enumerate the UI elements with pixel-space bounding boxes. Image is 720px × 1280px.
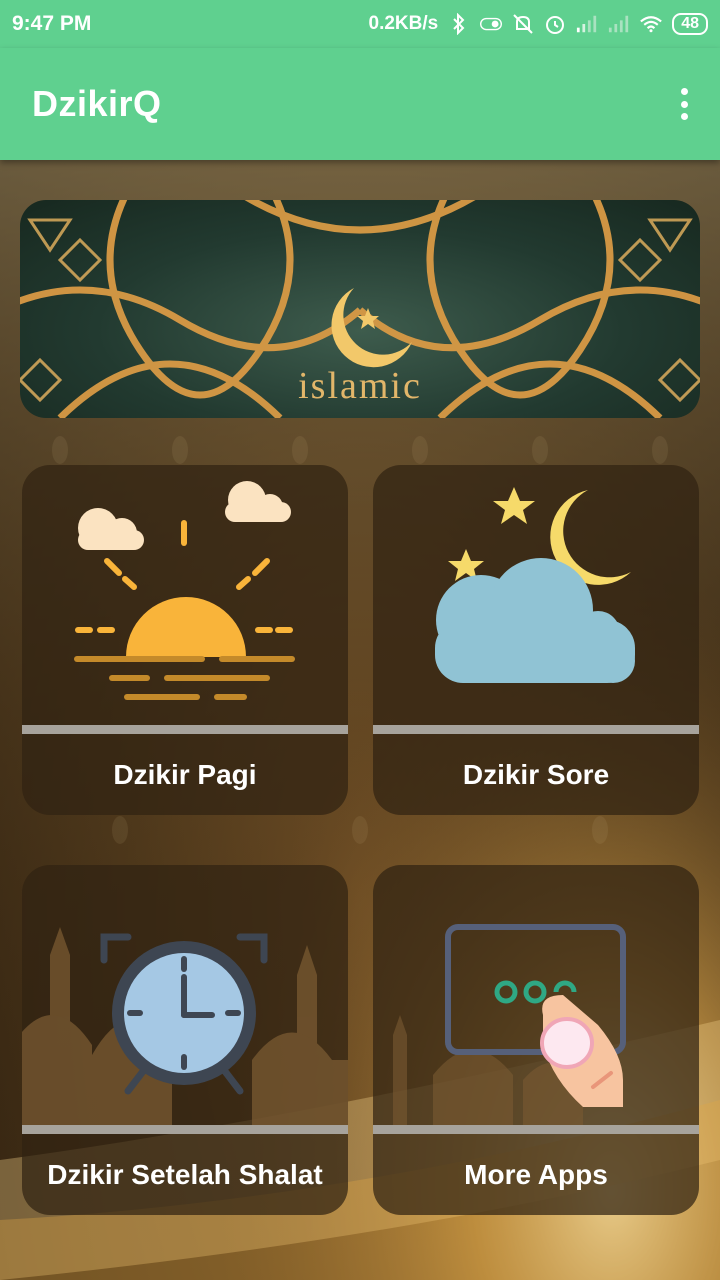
- battery-icon: 48: [672, 13, 708, 35]
- app-title: DzikirQ: [32, 83, 162, 124]
- more-vert-icon[interactable]: [672, 84, 696, 124]
- signal-icon: [576, 13, 598, 35]
- status-time: 9:47 PM: [12, 12, 92, 35]
- card-label: Dzikir Sore: [462, 758, 610, 790]
- touch-screen-icon: [393, 924, 626, 1125]
- wifi-icon: [640, 13, 663, 35]
- banner-text: islamic: [298, 365, 422, 407]
- card-dzikir-setelah-shalat[interactable]: Dzikir Setelah Shalat: [22, 865, 348, 1215]
- card-label: More Apps: [464, 1158, 608, 1190]
- banner-ornament: islamic: [20, 200, 700, 418]
- signal-icon-2: [608, 13, 630, 35]
- app-bar: DzikirQ: [0, 48, 720, 160]
- card-dzikir-sore[interactable]: Dzikir Sore: [373, 465, 699, 815]
- bluetooth-icon: [448, 13, 470, 35]
- card-divider: [22, 725, 348, 734]
- islamic-banner: islamic: [20, 200, 700, 418]
- mute-icon: [512, 13, 534, 35]
- status-bar: 9:47 PM 0.2KB/s 48: [0, 0, 720, 48]
- alarm-clock-icon: [22, 873, 348, 1125]
- alarm-icon: [544, 13, 566, 35]
- card-label: Dzikir Pagi: [113, 758, 257, 790]
- status-icons: 0.2KB/s 48: [368, 13, 708, 35]
- card-divider: [373, 725, 699, 734]
- moon-cloud-icon: [435, 487, 635, 683]
- card-divider: [373, 1125, 699, 1134]
- main-content: islamic Dzikir Pagi Dzikir Sore Dzikir S…: [0, 160, 720, 1280]
- card-label: Dzikir Setelah Shalat: [47, 1158, 323, 1190]
- card-divider: [22, 1125, 348, 1134]
- network-speed: 0.2KB/s: [368, 13, 439, 34]
- toggle-icon: [480, 13, 503, 35]
- sunrise-icon: [74, 481, 295, 700]
- card-dzikir-pagi[interactable]: Dzikir Pagi: [22, 465, 348, 815]
- card-more-apps[interactable]: More Apps: [373, 865, 699, 1215]
